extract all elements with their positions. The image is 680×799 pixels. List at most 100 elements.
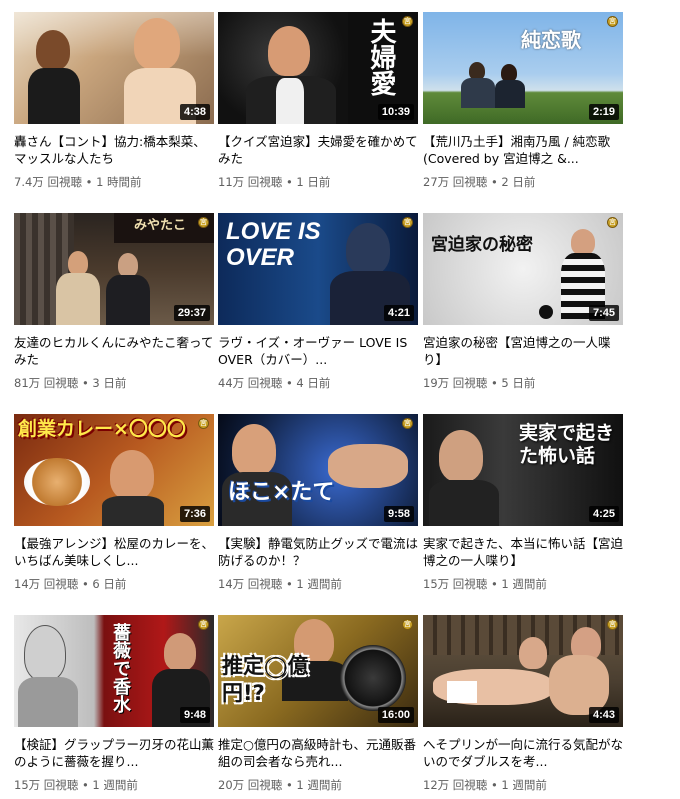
video-title[interactable]: 【クイズ宮迫家】夫婦愛を確かめてみた [218, 133, 418, 167]
video-meta: 14万 回視聴 • 1 週間前 [218, 576, 418, 592]
channel-badge-icon: 宮 [402, 418, 413, 429]
video-meta: 14万 回視聴 • 6 日前 [14, 576, 214, 592]
thumbnail-overlay-text: 純恋歌 [521, 28, 581, 52]
video-duration: 9:58 [383, 506, 414, 522]
video-card[interactable]: 推定◯億円!? 宮 16:00 推定○億円の高級時計も、元通販番組の司会者なら売… [218, 615, 418, 793]
video-title[interactable]: 轟さん【コント】協力:橋本梨菜、マッスルな人たち [14, 133, 214, 167]
thumbnail-overlay-text: 実家で起きた怖い話 [519, 422, 615, 467]
watch-icon [340, 645, 406, 711]
video-thumbnail[interactable]: 推定◯億円!? 宮 16:00 [218, 615, 418, 727]
thumbnail-overlay-text: 創業カレー×〇〇〇 [18, 418, 186, 440]
video-duration: 7:45 [588, 305, 619, 321]
video-thumbnail[interactable]: 宮迫家の秘密 宮 7:45 [423, 213, 623, 325]
video-title[interactable]: ラヴ・イズ・オーヴァー LOVE IS OVER（カバー）... [218, 334, 418, 368]
meta-separator: • [487, 778, 502, 792]
upload-age: 1 日前 [296, 175, 331, 189]
view-count: 27万 回視聴 [423, 175, 488, 189]
video-duration: 4:25 [588, 506, 619, 522]
meta-separator: • [81, 175, 97, 189]
video-thumbnail[interactable]: 4:38 [14, 12, 214, 124]
video-duration: 2:19 [588, 104, 619, 120]
upload-age: 1 週間前 [92, 778, 138, 792]
ball-icon [539, 305, 553, 319]
channel-badge-icon: 宮 [607, 619, 618, 630]
video-title[interactable]: 友達のヒカルくんにみやたこ奢ってみた [14, 334, 214, 368]
video-card[interactable]: 宮 4:43 へそプリンが一向に流行る気配がないのでダブルスを考... 12万 … [423, 615, 623, 793]
channel-badge-icon: 宮 [402, 619, 413, 630]
view-count: 7.4万 回視聴 [14, 175, 82, 189]
video-card[interactable]: 純恋歌 宮 2:19 【荒川乃土手】湘南乃風 / 純恋歌(Covered by … [423, 12, 623, 190]
video-card[interactable]: 夫婦愛 宮 10:39 【クイズ宮迫家】夫婦愛を確かめてみた 11万 回視聴 •… [218, 12, 418, 190]
channel-badge-icon: 宮 [198, 418, 209, 429]
meta-separator: • [282, 577, 297, 591]
upload-age: 1 週間前 [296, 778, 342, 792]
thumbnail-overlay-text: LOVE IS OVER [226, 218, 321, 271]
upload-age: 1 時間前 [96, 175, 142, 189]
video-duration: 7:36 [179, 506, 210, 522]
video-thumbnail[interactable]: LOVE IS OVER 宮 4:21 [218, 213, 418, 325]
view-count: 19万 回視聴 [423, 376, 488, 390]
meta-separator: • [487, 577, 502, 591]
video-meta: 7.4万 回視聴 • 1 時間前 [14, 174, 214, 190]
upload-age: 1 週間前 [501, 577, 547, 591]
video-meta: 15万 回視聴 • 1 週間前 [14, 777, 214, 793]
upload-age: 4 日前 [296, 376, 331, 390]
meta-separator: • [487, 376, 502, 390]
video-thumbnail[interactable]: みやたこ 宮 29:37 [14, 213, 214, 325]
video-title[interactable]: 宮迫家の秘密【宮迫博之の一人喋り】 [423, 334, 623, 368]
video-title[interactable]: へそプリンが一向に流行る気配がないのでダブルスを考... [423, 736, 623, 770]
video-duration: 4:38 [179, 104, 210, 120]
meta-separator: • [78, 376, 93, 390]
hand-icon [328, 444, 408, 488]
video-card[interactable]: 薔薇で香水 宮 9:48 【検証】グラップラー刃牙の花山薫のように薔薇を握り..… [14, 615, 214, 793]
clothing-shape [447, 681, 477, 703]
video-card[interactable]: みやたこ 宮 29:37 友達のヒカルくんにみやたこ奢ってみた 81万 回視聴 … [14, 213, 214, 391]
video-thumbnail[interactable]: 夫婦愛 宮 10:39 [218, 12, 418, 124]
video-thumbnail[interactable]: 実家で起きた怖い話 4:25 [423, 414, 623, 526]
thumbnail-overlay-text: ほこ×たて [228, 480, 335, 505]
video-title[interactable]: 【荒川乃土手】湘南乃風 / 純恋歌(Covered by 宮迫博之 &... [423, 133, 623, 167]
video-card[interactable]: ほこ×たて 宮 9:58 【実験】静電気防止グッズで電流は防げるのか！？ 14万… [218, 414, 418, 592]
video-meta: 20万 回視聴 • 1 週間前 [218, 777, 418, 793]
video-title[interactable]: 【実験】静電気防止グッズで電流は防げるのか！？ [218, 535, 418, 569]
video-card[interactable]: 宮迫家の秘密 宮 7:45 宮迫家の秘密【宮迫博之の一人喋り】 19万 回視聴 … [423, 213, 623, 391]
view-count: 12万 回視聴 [423, 778, 488, 792]
video-card[interactable]: 実家で起きた怖い話 4:25 実家で起きた、本当に怖い話【宮迫博之の一人喋り】 … [423, 414, 623, 592]
video-card[interactable]: 4:38 轟さん【コント】協力:橋本梨菜、マッスルな人たち 7.4万 回視聴 •… [14, 12, 214, 190]
video-title[interactable]: 実家で起きた、本当に怖い話【宮迫博之の一人喋り】 [423, 535, 623, 569]
view-count: 14万 回視聴 [14, 577, 79, 591]
channel-badge-icon: 宮 [607, 16, 618, 27]
meta-separator: • [78, 778, 93, 792]
video-meta: 12万 回視聴 • 1 週間前 [423, 777, 623, 793]
video-meta: 44万 回視聴 • 4 日前 [218, 375, 418, 391]
video-thumbnail[interactable]: 純恋歌 宮 2:19 [423, 12, 623, 124]
meta-separator: • [282, 376, 297, 390]
video-duration: 16:00 [377, 707, 414, 723]
view-count: 44万 回視聴 [218, 376, 283, 390]
meta-separator: • [487, 175, 502, 189]
upload-age: 2 日前 [501, 175, 536, 189]
view-count: 14万 回視聴 [218, 577, 283, 591]
video-thumbnail[interactable]: 宮 4:43 [423, 615, 623, 727]
view-count: 81万 回視聴 [14, 376, 79, 390]
meta-separator: • [78, 577, 93, 591]
video-duration: 4:43 [588, 707, 619, 723]
thumbnail-overlay-text: みやたこ [134, 218, 187, 233]
upload-age: 5 日前 [501, 376, 536, 390]
video-thumbnail[interactable]: 薔薇で香水 宮 9:48 [14, 615, 214, 727]
view-count: 15万 回視聴 [423, 577, 488, 591]
video-title[interactable]: 【検証】グラップラー刃牙の花山薫のように薔薇を握り... [14, 736, 214, 770]
video-thumbnail[interactable]: ほこ×たて 宮 9:58 [218, 414, 418, 526]
meta-separator: • [282, 175, 297, 189]
channel-badge-icon: 宮 [198, 217, 209, 228]
view-count: 11万 回視聴 [218, 175, 283, 189]
channel-badge-icon: 宮 [402, 16, 413, 27]
video-card[interactable]: LOVE IS OVER 宮 4:21 ラヴ・イズ・オーヴァー LOVE IS … [218, 213, 418, 391]
video-card[interactable]: 創業カレー×〇〇〇 宮 7:36 【最強アレンジ】松屋のカレーを、いちばん美味し… [14, 414, 214, 592]
thumbnail-overlay-text: 夫婦愛 [366, 18, 396, 96]
video-duration: 10:39 [377, 104, 414, 120]
video-title[interactable]: 【最強アレンジ】松屋のカレーを、いちばん美味しくし... [14, 535, 214, 569]
video-thumbnail[interactable]: 創業カレー×〇〇〇 宮 7:36 [14, 414, 214, 526]
channel-badge-icon: 宮 [607, 217, 618, 228]
video-title[interactable]: 推定○億円の高級時計も、元通販番組の司会者なら売れ... [218, 736, 418, 770]
